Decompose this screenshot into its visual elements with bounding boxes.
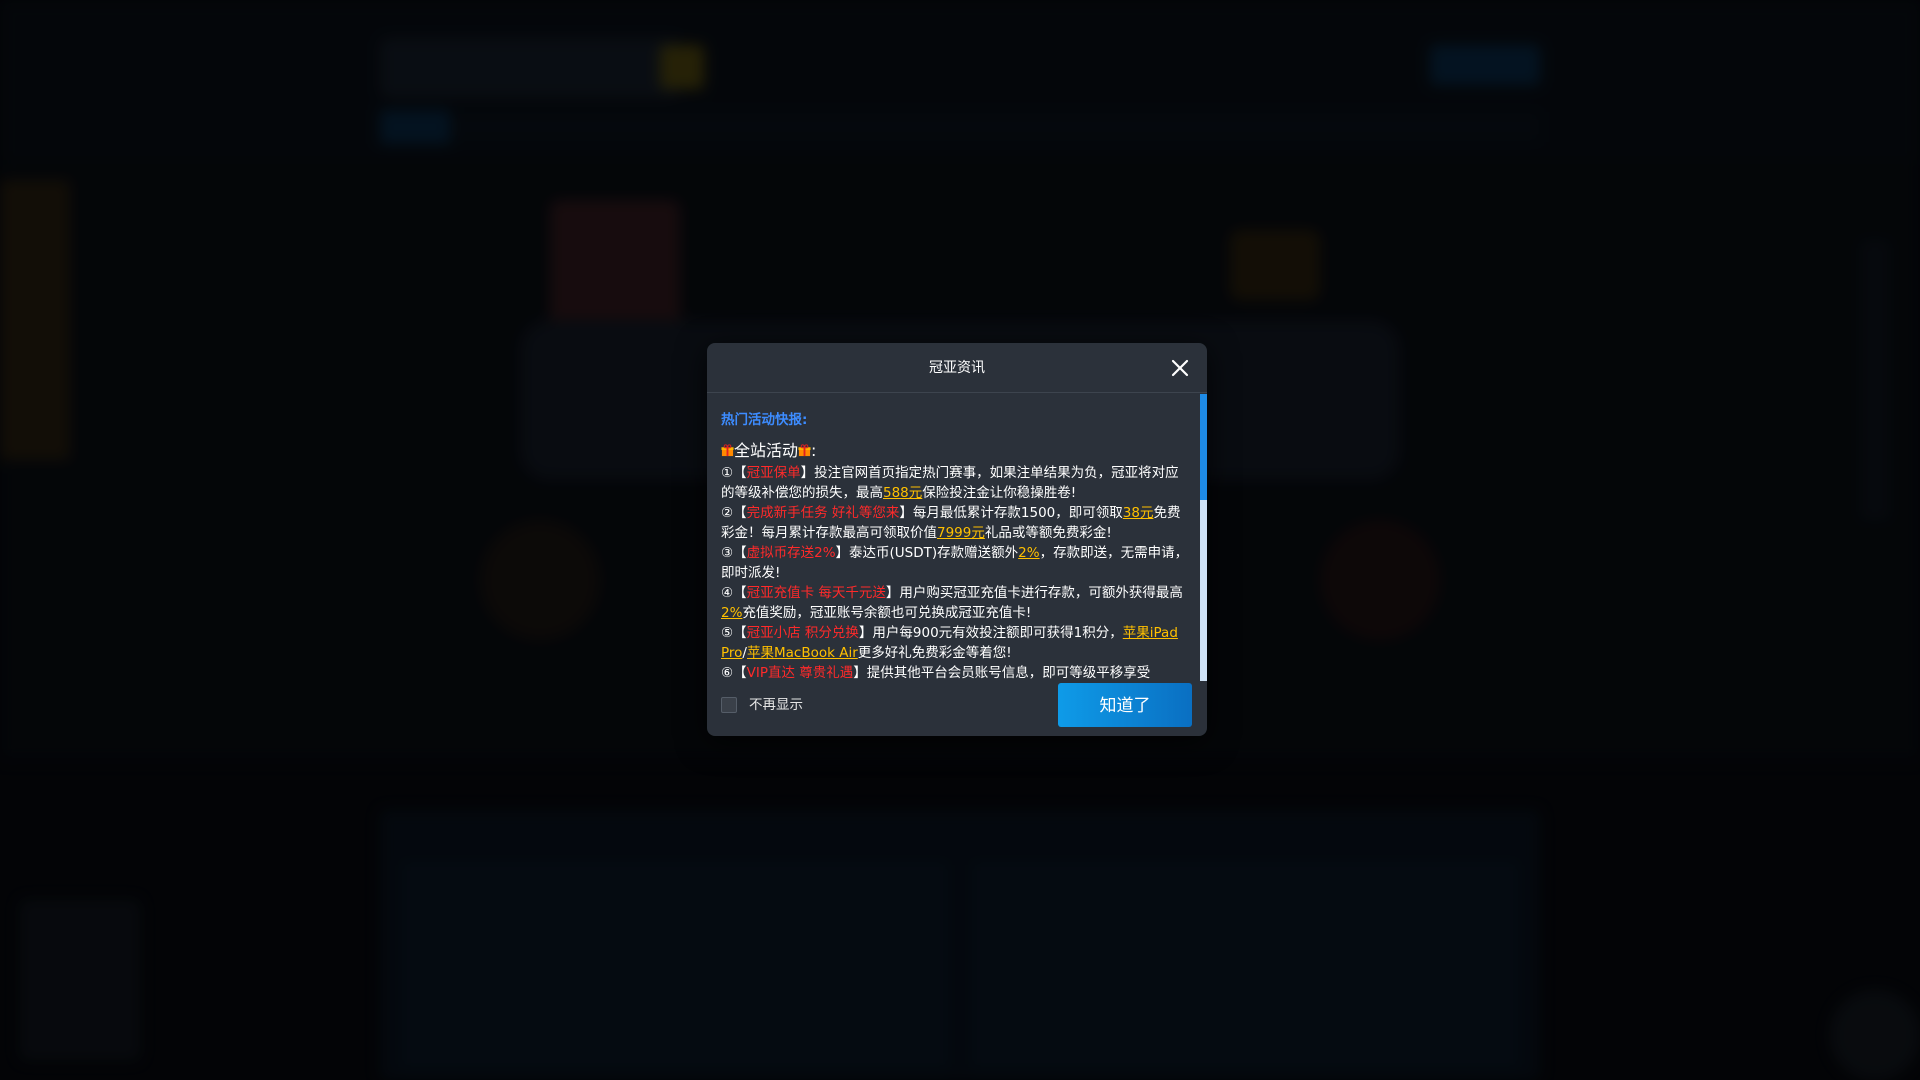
activity-tag: 完成新手任务 好礼等您来 bbox=[746, 505, 900, 521]
ok-button[interactable]: 知道了 bbox=[1058, 683, 1192, 727]
activity-text: 保险投注金让你稳操胜卷! bbox=[922, 485, 1077, 501]
scrollbar-thumb[interactable] bbox=[1200, 394, 1207, 500]
bracket-close: 】 bbox=[899, 505, 913, 521]
activity-text: 更多好礼免费彩金等着您! bbox=[857, 645, 1012, 661]
bracket-open: 【 bbox=[733, 465, 747, 481]
bracket-close: 】 bbox=[858, 625, 873, 641]
bracket-open: 【 bbox=[733, 625, 747, 641]
activity-text: 用户每900元有效投注额即可获得1积分， bbox=[872, 625, 1123, 641]
item-number: ③ bbox=[721, 545, 734, 561]
close-icon bbox=[1171, 359, 1189, 377]
activity-highlight[interactable]: 2% bbox=[721, 605, 742, 621]
gift-icon bbox=[798, 444, 811, 457]
bracket-open: 【 bbox=[733, 665, 747, 681]
activity-text: 泰达币(USDT)存款赠送额外 bbox=[849, 545, 1019, 561]
activity-tag: 冠亚充值卡 每天千元送 bbox=[746, 585, 886, 601]
activity-text: 充值奖励，冠亚账号余额也可兑换成冠亚充值卡! bbox=[742, 605, 1032, 621]
bracket-open: 【 bbox=[733, 545, 747, 561]
item-number: ① bbox=[721, 465, 734, 481]
dont-show-checkbox[interactable] bbox=[721, 697, 737, 713]
news-modal: 冠亚资讯 热门活动快报: 全站活动: ①【冠亚保单】投注官网首页指定热门赛事，… bbox=[707, 343, 1207, 736]
modal-content: 热门活动快报: 全站活动 : ①【冠亚保单】投注官网首页指定热门赛事，如果注单结… bbox=[721, 410, 1191, 681]
activity-item-3: ③【虚拟币存送2%】泰达币(USDT)存款赠送额外2%，存款即送，无需申请，即时… bbox=[721, 543, 1191, 583]
activity-highlight[interactable]: 38元 bbox=[1123, 505, 1154, 521]
modal-footer: 不再显示 知道了 bbox=[707, 681, 1207, 736]
bracket-open: 【 bbox=[733, 505, 747, 521]
activity-item-6: ⑥【VIP直达 尊贵礼遇】提供其他平台会员账号信息，即可等级平移享受 bbox=[721, 663, 1191, 681]
activity-link-macbook[interactable]: 苹果MacBook Air bbox=[747, 645, 858, 661]
modal-title: 冠亚资讯 bbox=[929, 360, 985, 376]
dont-show-label[interactable]: 不再显示 bbox=[749, 696, 803, 714]
page: 冠亚资讯 热门活动快报: 全站活动: ①【冠亚保单】投注官网首页指定热门赛事，… bbox=[0, 0, 1920, 1080]
activity-tag: 冠亚保单 bbox=[746, 465, 801, 481]
modal-body[interactable]: 热门活动快报: 全站活动 : ①【冠亚保单】投注官网首页指定热门赛事，如果注单结… bbox=[707, 394, 1207, 681]
close-button[interactable] bbox=[1167, 355, 1193, 381]
gift-icon bbox=[721, 444, 734, 457]
bracket-close: 】 bbox=[835, 545, 850, 561]
modal-header: 冠亚资讯 bbox=[707, 343, 1207, 393]
item-number: ② bbox=[721, 505, 734, 521]
activity-tag: VIP直达 尊贵礼遇 bbox=[746, 665, 854, 681]
activity-item-1: ①【冠亚保单】投注官网首页指定热门赛事，如果注单结果为负，冠亚将对应的等级补偿您… bbox=[721, 463, 1191, 503]
bracket-open: 【 bbox=[733, 585, 747, 601]
activity-highlight[interactable]: 588元 bbox=[883, 485, 922, 501]
event-title: 全站活动 : bbox=[721, 440, 1191, 462]
activity-text: 用户购买冠亚充值卡进行存款，可额外获得最高 bbox=[899, 585, 1183, 601]
item-number: ④ bbox=[721, 585, 734, 601]
item-number: ⑥ bbox=[721, 665, 734, 681]
bracket-close: 】 bbox=[885, 585, 900, 601]
event-title-text: 全站活动 bbox=[734, 441, 799, 460]
activity-highlight[interactable]: 2% bbox=[1018, 545, 1039, 561]
activity-item-5: ⑤【冠亚小店 积分兑换】用户每900元有效投注额即可获得1积分，苹果iPad P… bbox=[721, 623, 1191, 663]
activity-item-4: ④【冠亚充值卡 每天千元送】用户购买冠亚充值卡进行存款，可额外获得最高 2%充值奖… bbox=[721, 583, 1191, 623]
activity-text: 每月最低累计存款1500，即可领取 bbox=[912, 505, 1123, 521]
activity-tag: 虚拟币存送2% bbox=[746, 545, 836, 561]
section-title: 热门活动快报: bbox=[721, 412, 808, 428]
activity-tag: 冠亚小店 积分兑换 bbox=[746, 625, 859, 641]
activity-highlight[interactable]: 7999元 bbox=[937, 525, 985, 541]
activity-text: 礼品或等额免费彩金! bbox=[984, 525, 1112, 541]
activity-text: 提供其他平台会员账号信息，即可等级平移享受 bbox=[866, 665, 1151, 681]
activity-item-2: ②【完成新手任务 好礼等您来】每月最低累计存款1500，即可领取38元免费彩金！… bbox=[721, 503, 1191, 543]
bracket-close: 】 bbox=[800, 465, 815, 481]
event-title-suffix: : bbox=[811, 441, 817, 460]
item-number: ⑤ bbox=[721, 625, 734, 641]
bracket-close: 】 bbox=[853, 665, 867, 681]
